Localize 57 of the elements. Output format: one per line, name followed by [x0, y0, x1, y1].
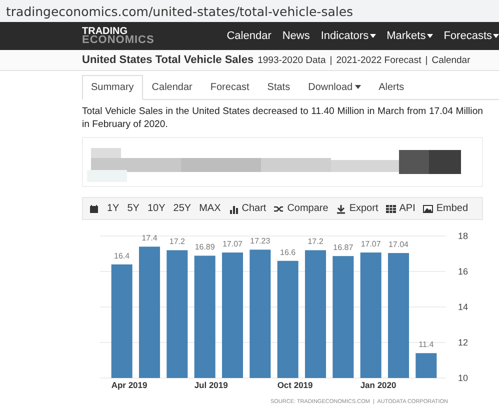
api-button[interactable]: API: [386, 203, 416, 214]
data-label: 16.89: [194, 242, 215, 252]
summary-text: Total Vehicle Sales in the United States decreased to 11.40 Million in March from 17.04 Million in February of 2020.: [82, 105, 483, 131]
data-label: 17.04: [388, 240, 409, 250]
data-label: 16.6: [280, 248, 296, 257]
embed-button[interactable]: Embed: [423, 203, 468, 214]
data-label: 16.87: [333, 243, 354, 252]
data-label: 17.4: [142, 234, 158, 243]
tab[interactable]: Alerts: [370, 75, 414, 99]
nav-link[interactable]: News: [282, 30, 310, 42]
nav-link[interactable]: Forecasts: [444, 30, 499, 42]
chart-button[interactable]: Chart: [228, 203, 266, 214]
tab[interactable]: Calendar: [142, 75, 202, 99]
range-button[interactable]: 10Y: [147, 203, 166, 214]
image-icon: [423, 204, 434, 214]
data-label: 17.2: [169, 237, 185, 246]
bar: [416, 353, 437, 378]
heading-link[interactable]: 1993-2020 Data: [258, 54, 326, 66]
logo[interactable]: TRADING ECONOMICS: [82, 27, 154, 45]
range-button[interactable]: 1Y: [107, 203, 120, 214]
nav-link[interactable]: Markets: [386, 30, 433, 42]
axis-tick-label: Jul 2019: [194, 380, 228, 390]
tab[interactable]: Download: [299, 75, 370, 99]
data-label: 17.2: [308, 237, 324, 246]
tab[interactable]: Summary: [82, 75, 143, 100]
axis-tick-label: Oct 2019: [277, 380, 313, 390]
heading-link[interactable]: Calendar: [432, 54, 470, 66]
tab[interactable]: Forecast: [201, 75, 258, 99]
nav-link[interactable]: Calendar: [226, 30, 272, 42]
data-label: 17.07: [222, 240, 243, 248]
range-button[interactable]: 5Y: [127, 203, 140, 214]
nav-link[interactable]: Indicators: [320, 30, 376, 42]
export-button[interactable]: Export: [336, 203, 378, 214]
axis-tick-label: 10: [458, 373, 468, 383]
bar-chart-icon: [228, 204, 239, 214]
range-button[interactable]: MAX: [199, 203, 221, 214]
data-label: 16.4: [114, 251, 130, 260]
grid-icon: [386, 204, 396, 214]
data-label: 17.23: [250, 236, 270, 246]
data-label: 17.07: [360, 240, 381, 248]
separator: |: [425, 54, 428, 66]
range-button[interactable]: 25Y: [173, 203, 192, 214]
axis-tick-label: Jan 2020: [360, 380, 396, 390]
axis-tick-label: Apr 2019: [111, 380, 148, 390]
heading-link[interactable]: 2021-2022 Forecast: [336, 54, 422, 66]
tab[interactable]: Stats: [258, 75, 300, 99]
calendar-icon[interactable]: [89, 204, 99, 214]
axis-tick-label: 12: [458, 338, 468, 348]
page-title: United States Total Vehicle Sales: [82, 54, 254, 66]
download-icon: [336, 204, 346, 214]
compare-button[interactable]: Compare: [274, 203, 328, 214]
shuffle-icon: [274, 204, 284, 214]
axis-tick-label: 18: [458, 231, 468, 241]
axis-tick-label: 14: [458, 302, 468, 312]
axis-tick-label: 16: [458, 266, 468, 276]
data-label: 11.4: [418, 340, 434, 350]
separator: |: [330, 54, 332, 66]
